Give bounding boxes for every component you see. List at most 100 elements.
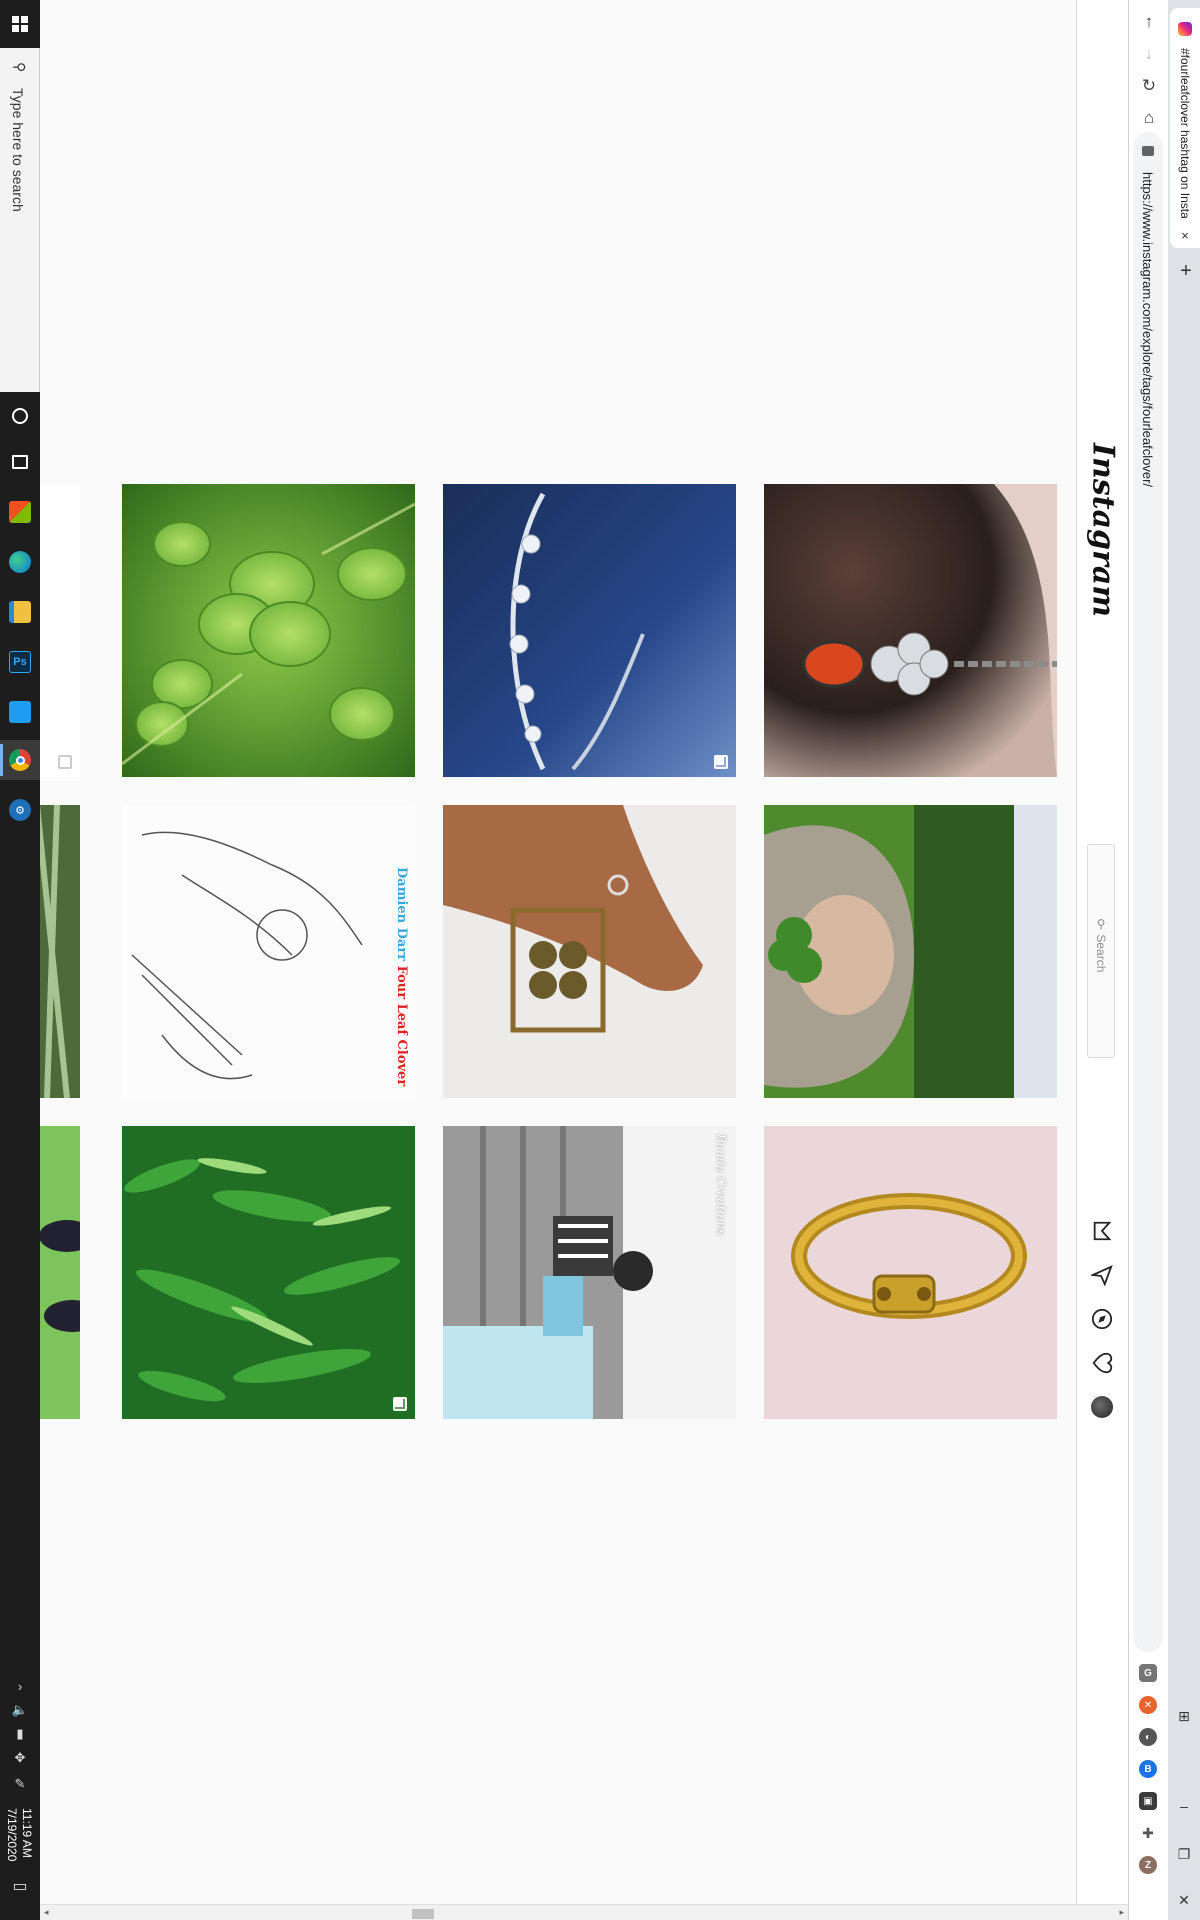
home-page-icon[interactable]: ⌂ — [1137, 106, 1161, 130]
clover-bracelet-photo — [443, 484, 736, 777]
explore-icon[interactable] — [1089, 1306, 1115, 1332]
close-window-button[interactable]: ✕ — [1174, 1890, 1194, 1910]
dropbox-icon[interactable]: ✥ — [10, 1748, 30, 1768]
post-tile[interactable] — [40, 1126, 80, 1419]
forward-arrow-icon[interactable]: ↓ — [1137, 42, 1161, 66]
direct-icon-glyph — [1091, 1265, 1113, 1286]
taskbar-settings-app[interactable]: ⚙ — [0, 790, 40, 830]
multi-photo-icon — [714, 755, 728, 769]
post-tile[interactable] — [40, 805, 80, 1098]
clock-time: 11:19 AM — [20, 1808, 34, 1858]
taskbar-clock[interactable]: 11:19 AM 7/19/2020 — [4, 1808, 34, 1861]
taskbar-vscode[interactable] — [0, 692, 40, 732]
watermark-text: Bouda Creations — [714, 1134, 728, 1236]
post-tile[interactable] — [122, 484, 415, 777]
heart-icon — [1092, 1352, 1113, 1374]
screenshot-ext-icon[interactable]: ▣ — [1139, 1792, 1157, 1810]
ublock-icon[interactable]: ✕ — [1139, 1696, 1157, 1714]
show-hidden-icons-chevron-icon[interactable]: › — [10, 1676, 30, 1696]
address-bar[interactable]: https://www.instagram.com/explore/tags/f… — [1133, 132, 1163, 1652]
notification-center-icon[interactable]: ▭ — [10, 1876, 30, 1896]
grammarly-icon[interactable]: G — [1139, 1664, 1157, 1682]
taskbar-search-box[interactable]: ⚲ Type here to search — [0, 48, 40, 392]
tab-search-icon[interactable]: ⊞ — [1174, 1706, 1194, 1726]
direct-icon[interactable] — [1089, 1262, 1115, 1288]
file-explorer-icon — [9, 601, 31, 623]
ladybug-clover-charm-photo — [764, 484, 1057, 777]
volume-icon[interactable]: 🔈 — [10, 1700, 30, 1720]
post-tile[interactable] — [764, 805, 1057, 1098]
post-tile[interactable] — [40, 484, 80, 777]
task-view-icon — [12, 455, 28, 469]
settings-icon: ⚙ — [9, 799, 31, 821]
clock-date: 7/19/2020 — [5, 1808, 19, 1862]
new-tab-button[interactable]: + — [1176, 260, 1196, 283]
post-tile[interactable] — [764, 484, 1057, 777]
guitarist-sketch-post — [122, 805, 415, 1098]
instagram-search-input[interactable]: ⚲ Search — [1087, 844, 1115, 1058]
instagram-logo[interactable]: Instagram — [1083, 443, 1123, 617]
gold-ring-photo — [764, 1126, 1057, 1419]
back-arrow-icon[interactable]: ↑ — [1137, 10, 1161, 34]
post-tile[interactable]: Damien Darr Four Leaf Clover — [122, 805, 415, 1098]
puzzle-icon[interactable]: ✚ — [1139, 1824, 1157, 1842]
dark-reader-icon[interactable]: ◐ — [1139, 1728, 1157, 1746]
multi-photo-icon — [58, 755, 72, 769]
restore-button[interactable]: ❐ — [1174, 1844, 1194, 1864]
green-clover-pattern-art — [122, 1126, 415, 1419]
url-text: https://www.instagram.com/explore/tags/f… — [1140, 172, 1155, 488]
cortana-icon — [12, 408, 28, 424]
instagram-favicon-icon — [1178, 22, 1192, 36]
lock-icon — [1142, 146, 1154, 156]
pen-icon[interactable]: ✎ — [10, 1774, 30, 1794]
windows-taskbar: ⚲ Type here to search Ps ⚙ › 🔈 ▮ ✥ ✎ 11:… — [0, 0, 40, 1920]
reload-icon[interactable]: ↻ — [1137, 74, 1161, 98]
post-tile[interactable] — [122, 1126, 415, 1419]
photoshop-icon: Ps — [9, 651, 31, 673]
post-tile[interactable] — [443, 805, 736, 1098]
activity-icon[interactable] — [1089, 1350, 1115, 1376]
album-artist: Damien Darr — [394, 866, 409, 961]
scrollbar-thumb[interactable] — [412, 1909, 434, 1919]
framed-clover-hand-photo — [443, 805, 736, 1098]
tab-strip: #fourleafclover hashtag on Insta × + ⊞ –… — [1168, 0, 1200, 1920]
taskbar-edge[interactable] — [0, 542, 40, 582]
clover-leaves-photo — [122, 484, 415, 777]
tab-instagram[interactable]: #fourleafclover hashtag on Insta × — [1170, 8, 1200, 248]
post-tile[interactable] — [764, 1126, 1057, 1419]
edge-icon — [9, 551, 31, 573]
browser-chrome: ↑ ↓ ↻ ⌂ https://www.instagram.com/explor… — [1128, 0, 1200, 1920]
task-view-button[interactable] — [0, 442, 40, 482]
windows-logo-icon — [12, 16, 28, 32]
minimize-button[interactable]: – — [1174, 1796, 1194, 1816]
partial-plant-photo — [40, 805, 80, 1098]
battery-icon[interactable]: ▮ — [10, 1724, 30, 1744]
search-icon: ⚲ — [12, 62, 28, 73]
partial-green-photo — [40, 1126, 80, 1419]
taskbar-store[interactable] — [0, 492, 40, 532]
post-tile[interactable] — [443, 484, 736, 777]
taskbar-search-placeholder: Type here to search — [10, 88, 26, 212]
cortana-button[interactable] — [0, 396, 40, 436]
post-tile[interactable]: Bouda Creations — [443, 1126, 736, 1419]
home-icon[interactable] — [1089, 1218, 1115, 1244]
profile-avatar[interactable] — [1091, 1396, 1113, 1418]
profile-initial: Z — [1144, 1859, 1152, 1871]
explore-icon-glyph — [1091, 1308, 1113, 1330]
taskbar-file-explorer[interactable] — [0, 592, 40, 632]
bitwarden-icon[interactable]: B — [1139, 1760, 1157, 1778]
instagram-page-viewport: Damien Darr Four Leaf Clover Bouda Creat… — [40, 0, 1076, 1904]
tab-close-icon[interactable]: × — [1178, 228, 1192, 243]
store-icon — [9, 501, 31, 523]
scroll-right-arrow-icon[interactable]: ▸ — [1119, 1907, 1124, 1918]
horizontal-scrollbar[interactable]: ◂ ▸ — [40, 1904, 1128, 1920]
home-icon-glyph — [1093, 1221, 1112, 1241]
start-button[interactable] — [0, 0, 40, 48]
taskbar-photoshop[interactable]: Ps — [0, 642, 40, 682]
taskbar-chrome[interactable] — [0, 740, 40, 780]
vscode-icon — [9, 701, 31, 723]
album-caption: Damien Darr Four Leaf Clover — [393, 867, 409, 1086]
profile-icon[interactable]: Z — [1139, 1856, 1157, 1874]
screen: ⚲ Type here to search Ps ⚙ › 🔈 ▮ ✥ ✎ 11:… — [0, 0, 1200, 1920]
scroll-left-arrow-icon[interactable]: ◂ — [44, 1907, 49, 1918]
